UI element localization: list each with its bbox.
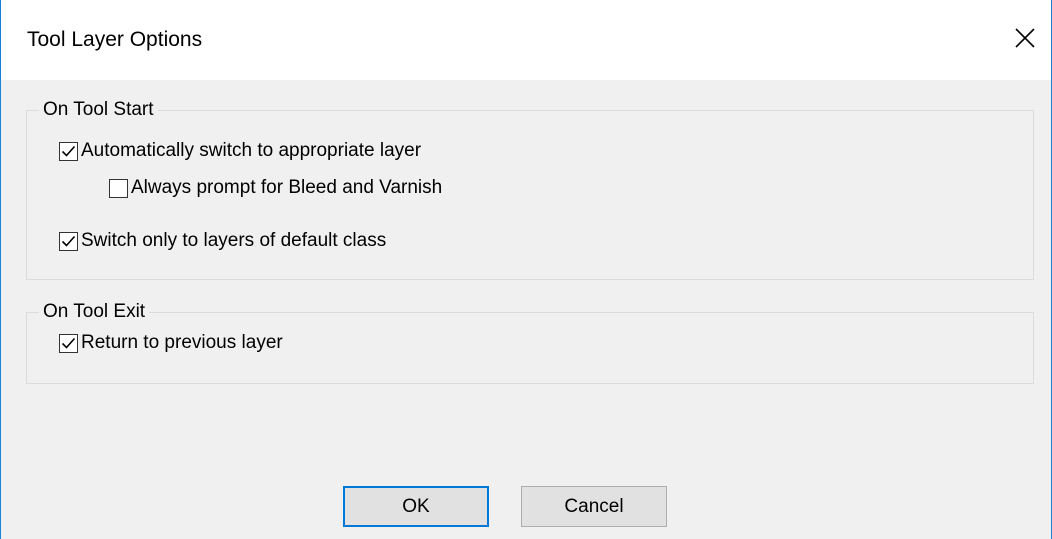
tool-layer-options-dialog: Tool Layer Options On Tool Start Automat… <box>0 0 1052 539</box>
close-button[interactable] <box>999 14 1051 62</box>
on-tool-exit-legend: On Tool Exit <box>39 298 150 326</box>
on-tool-start-legend: On Tool Start <box>39 96 158 124</box>
dialog-client-area: On Tool Start Automatically switch to ap… <box>1 80 1051 539</box>
prompt-bleed-varnish-checkbox[interactable]: Always prompt for Bleed and Varnish <box>109 176 442 200</box>
return-previous-layer-label: Return to previous layer <box>81 332 283 353</box>
close-icon <box>1015 28 1035 48</box>
checkmark-icon <box>61 145 76 157</box>
on-tool-start-group: On Tool Start Automatically switch to ap… <box>26 96 1034 280</box>
title-bar[interactable]: Tool Layer Options <box>1 0 1051 80</box>
return-previous-layer-box[interactable] <box>59 333 78 353</box>
prompt-bleed-varnish-label: Always prompt for Bleed and Varnish <box>131 177 443 198</box>
default-class-only-box[interactable] <box>59 231 78 251</box>
return-previous-layer-checkbox[interactable]: Return to previous layer <box>59 331 283 355</box>
default-class-only-checkbox[interactable]: Switch only to layers of default class <box>59 229 386 253</box>
dialog-title: Tool Layer Options <box>27 28 203 51</box>
cancel-button[interactable]: Cancel <box>521 486 667 527</box>
default-class-only-label: Switch only to layers of default class <box>81 230 387 251</box>
checkmark-icon <box>61 337 76 349</box>
ok-button[interactable]: OK <box>343 486 489 527</box>
auto-switch-layer-checkbox[interactable]: Automatically switch to appropriate laye… <box>59 139 421 163</box>
auto-switch-layer-label: Automatically switch to appropriate laye… <box>81 140 422 161</box>
checkmark-icon <box>61 235 76 247</box>
prompt-bleed-varnish-box[interactable] <box>109 178 128 198</box>
auto-switch-layer-box[interactable] <box>59 141 78 161</box>
on-tool-exit-group: On Tool Exit Return to previous layer <box>26 298 1034 384</box>
